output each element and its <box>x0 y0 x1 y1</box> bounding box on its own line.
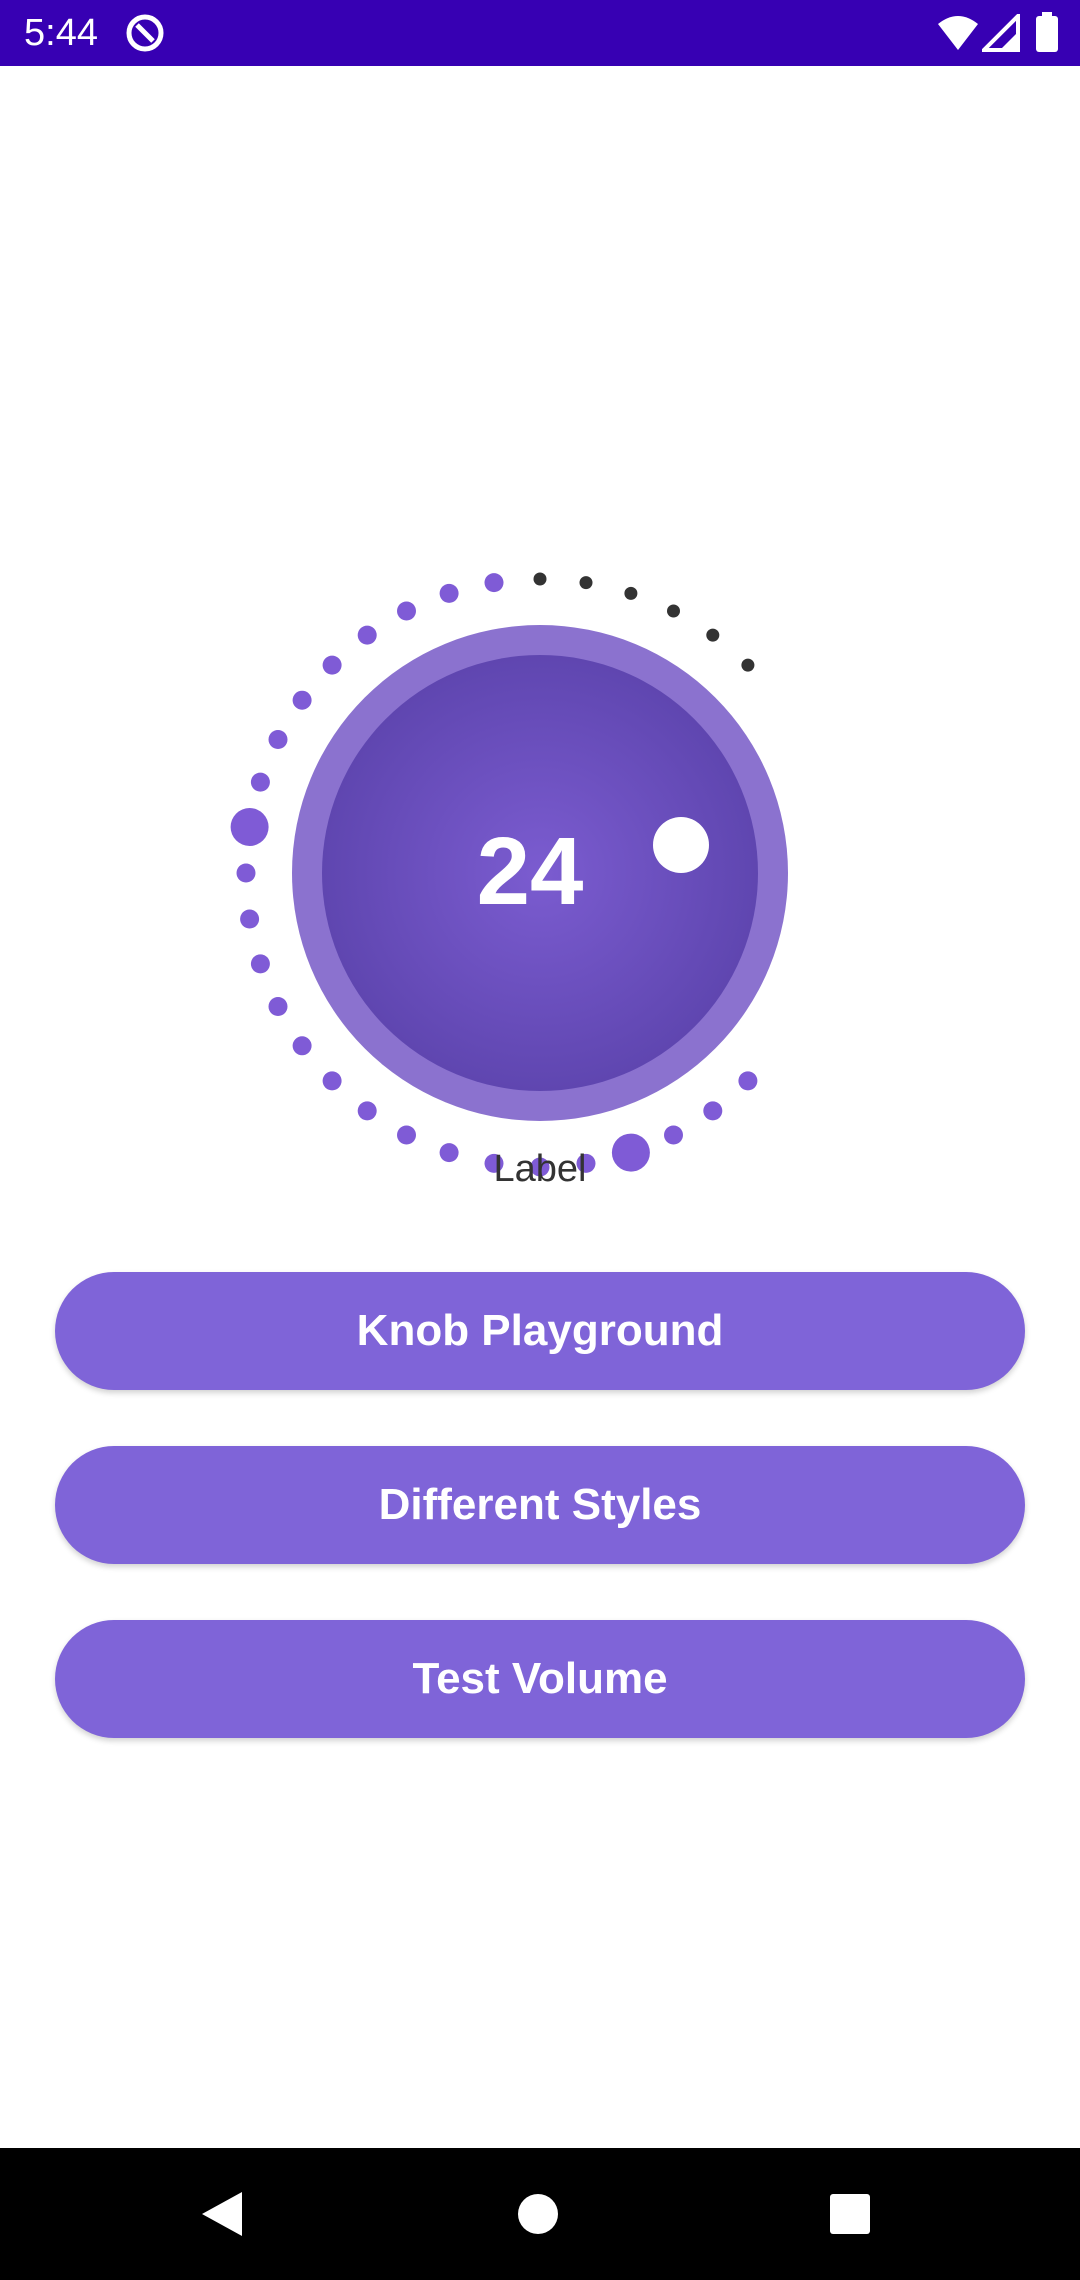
test-volume-button[interactable]: Test Volume <box>55 1620 1025 1738</box>
knob-scale-dot-active <box>230 808 269 846</box>
screen: 5:44 24 Label Knob Playground Different … <box>0 0 1080 2280</box>
knob-value: 24 <box>476 818 584 925</box>
knob-scale-dot-active <box>292 690 312 710</box>
recents-icon[interactable] <box>828 2192 872 2236</box>
knob-indicator <box>653 817 709 873</box>
knob-scale-dot-active <box>484 573 504 593</box>
knob-label: Label <box>493 1148 587 1190</box>
knob-scale-dot-active <box>703 1101 723 1121</box>
back-icon[interactable] <box>198 2188 248 2240</box>
knob-scale-dot-active <box>292 1036 312 1056</box>
navigation-bar <box>0 2148 1080 2280</box>
knob-scale-dot-active <box>439 583 459 603</box>
knob-widget[interactable]: 24 Label <box>0 0 1080 1240</box>
knob-scale-dot-active <box>322 655 342 675</box>
knob-scale-dot-active <box>397 601 416 621</box>
home-icon[interactable] <box>516 2192 560 2236</box>
knob-playground-button[interactable]: Knob Playground <box>55 1272 1025 1390</box>
knob-scale-dot-active <box>250 954 270 974</box>
knob-scale-dot-active <box>268 997 288 1016</box>
knob-scale-dot-inactive <box>706 628 720 642</box>
knob-scale-dot-inactive <box>624 586 638 600</box>
knob-graphic[interactable] <box>0 0 1080 1240</box>
knob-scale-dot-inactive <box>667 604 680 618</box>
knob-scale-dot-active <box>738 1071 758 1091</box>
different-styles-button[interactable]: Different Styles <box>55 1446 1025 1564</box>
knob-scale-dot-active <box>397 1125 416 1145</box>
knob-scale-dot-inactive <box>579 576 593 590</box>
knob-scale-dot-active <box>357 625 377 645</box>
knob-scale-dot-active <box>268 730 288 749</box>
knob-scale-dot-inactive <box>533 572 547 586</box>
knob-scale-dot-inactive <box>741 658 755 672</box>
knob-scale-dot-active <box>250 772 270 792</box>
knob-scale-dot-active <box>240 909 260 929</box>
knob-scale-dot-active <box>236 863 256 883</box>
knob-scale-dot-active <box>357 1101 377 1121</box>
knob-scale-dot-active <box>664 1125 683 1145</box>
knob-scale-dot-active <box>322 1071 342 1091</box>
